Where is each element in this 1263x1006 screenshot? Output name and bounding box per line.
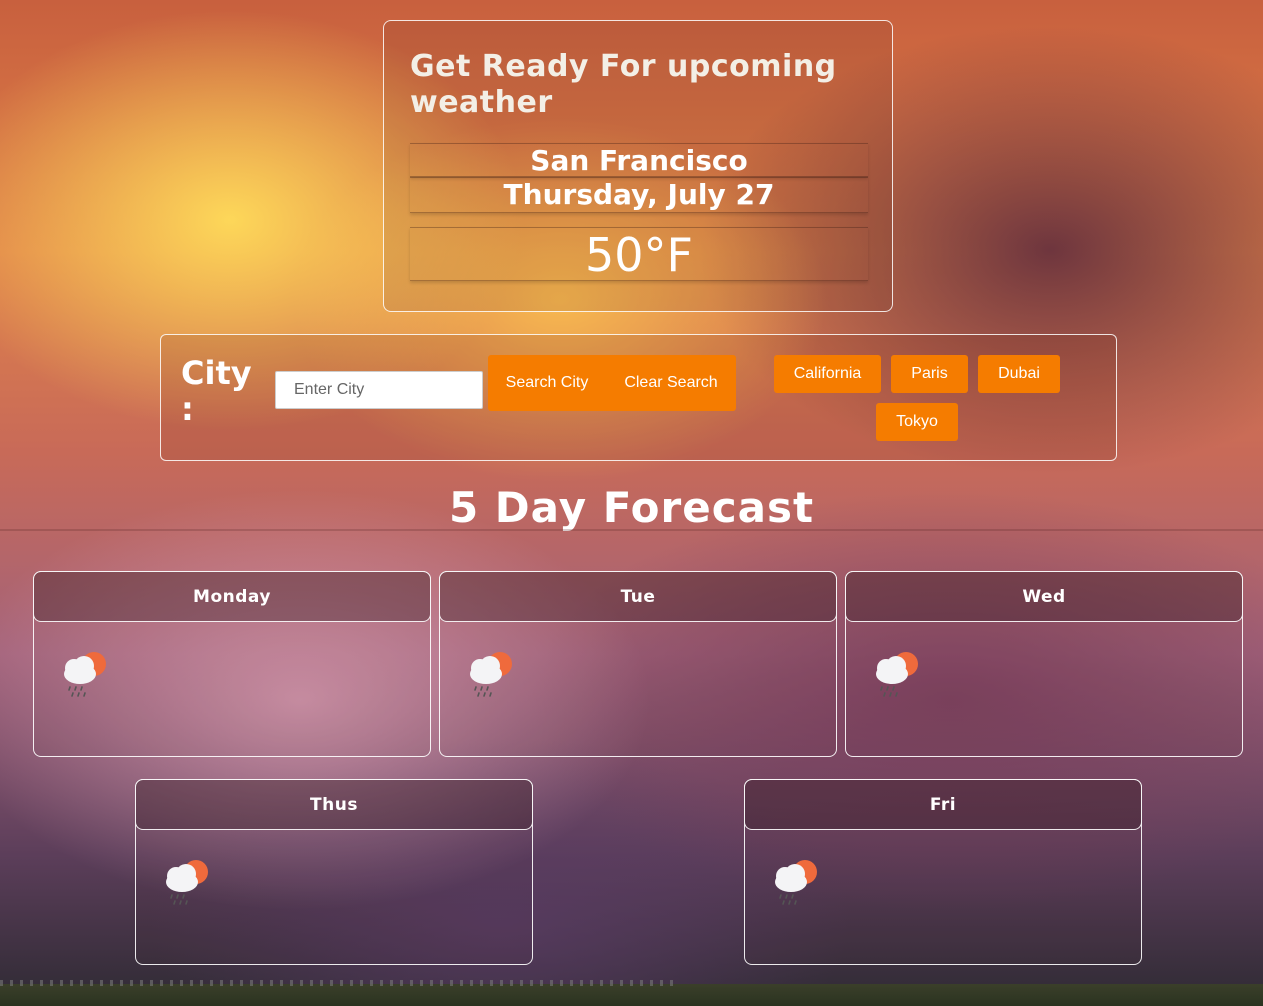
current-date: Thursday, July 27 <box>410 177 868 213</box>
forecast-card-day-3: Wed <box>845 571 1243 757</box>
forecast-day-label: Tue <box>439 571 837 622</box>
current-temperature: 50°F <box>410 227 868 282</box>
forecast-divider <box>0 529 1263 531</box>
quick-city-paris-button[interactable]: Paris <box>891 355 968 393</box>
current-city: San Francisco <box>410 143 868 177</box>
forecast-card-day-4: Thus <box>135 779 533 965</box>
rain-cloud-sun-icon <box>64 652 106 697</box>
search-city-button[interactable]: Search City <box>488 355 606 411</box>
forecast-day-label: Fri <box>744 779 1142 830</box>
forecast-day-label: Wed <box>845 571 1243 622</box>
page-title: Get Ready For upcoming weather <box>410 49 837 120</box>
quick-city-california-button[interactable]: California <box>774 355 881 393</box>
background-fence <box>0 980 680 986</box>
forecast-card-day-2: Tue <box>439 571 837 757</box>
city-input[interactable] <box>275 371 483 409</box>
city-label: City : <box>181 354 252 428</box>
forecast-card-day-5: Fri <box>744 779 1142 965</box>
forecast-day-label: Monday <box>33 571 431 622</box>
current-weather-card: Get Ready For upcoming weather San Franc… <box>383 20 893 312</box>
rain-cloud-sun-icon <box>166 860 208 905</box>
forecast-card-day-1: Monday <box>33 571 431 757</box>
forecast-title: 5 Day Forecast <box>448 483 815 532</box>
clear-search-button[interactable]: Clear Search <box>606 355 736 411</box>
quick-city-tokyo-button[interactable]: Tokyo <box>876 403 958 441</box>
rain-cloud-sun-icon <box>470 652 512 697</box>
rain-cloud-sun-icon <box>775 860 817 905</box>
city-search-panel: City : Search City Clear Search Californ… <box>160 334 1117 461</box>
background-ground <box>0 984 1263 1006</box>
rain-cloud-sun-icon <box>876 652 918 697</box>
forecast-day-label: Thus <box>135 779 533 830</box>
quick-city-dubai-button[interactable]: Dubai <box>978 355 1060 393</box>
